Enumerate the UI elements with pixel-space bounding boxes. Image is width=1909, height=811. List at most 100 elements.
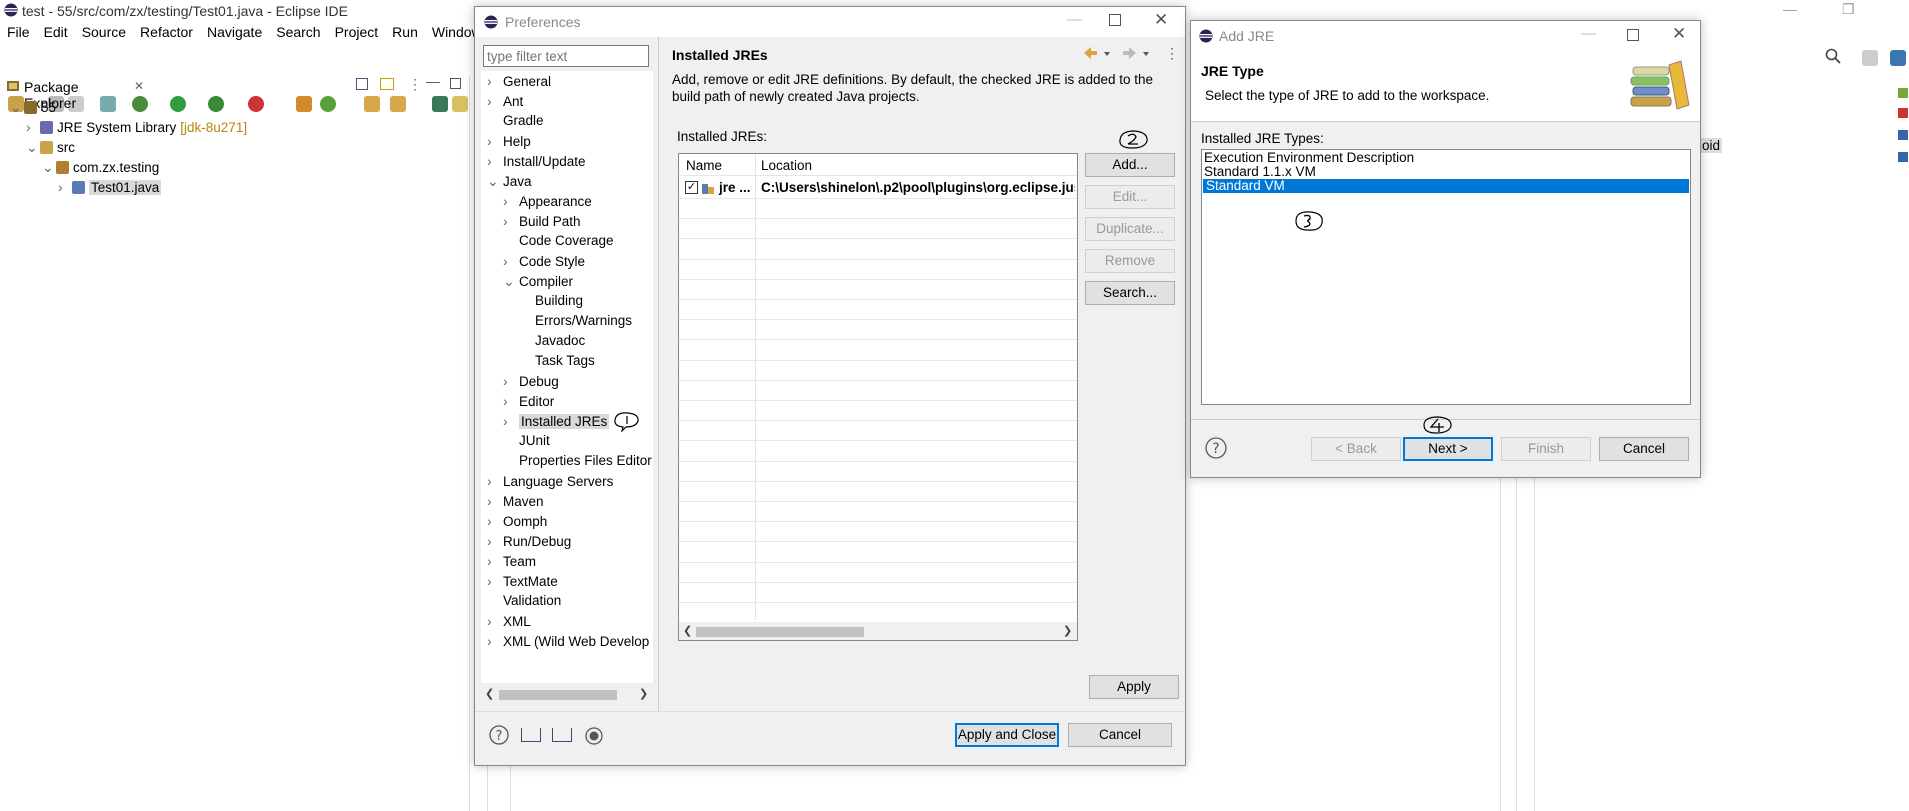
apply-button[interactable]: Apply	[1089, 675, 1179, 699]
next-button[interactable]: Next >	[1403, 437, 1493, 461]
pref-tree-item[interactable]: Building	[519, 291, 583, 311]
trim-icon-1[interactable]	[1898, 88, 1908, 98]
restore-icon[interactable]: ❐	[1842, 1, 1855, 18]
page-menu-icon[interactable]: ⋮	[1165, 45, 1179, 62]
menu-edit[interactable]: Edit	[37, 22, 75, 44]
java-perspective-icon[interactable]	[1890, 50, 1906, 66]
filter-input[interactable]	[483, 45, 649, 67]
chevron-right-icon[interactable]: ›	[487, 91, 497, 111]
chevron-right-icon[interactable]: ›	[487, 571, 497, 591]
cancel-button[interactable]: Cancel	[1599, 437, 1689, 461]
close-icon[interactable]: ✕	[1672, 24, 1686, 44]
import-icon[interactable]	[521, 728, 541, 742]
chevron-right-icon[interactable]: ›	[487, 491, 497, 511]
menu-source[interactable]: Source	[75, 22, 133, 44]
forward-nav-icon[interactable]	[1121, 45, 1151, 61]
menu-navigate[interactable]: Navigate	[200, 22, 269, 44]
tree-item[interactable]: › JRE System Library [jdk-8u271]	[26, 117, 247, 137]
search-button[interactable]: Search...	[1085, 281, 1175, 305]
finish-button[interactable]: Finish	[1501, 437, 1591, 461]
help-icon[interactable]: ?	[1205, 437, 1227, 459]
add-button[interactable]: Add...	[1085, 153, 1175, 177]
chevron-right-icon[interactable]: ›	[503, 391, 513, 411]
minimize-view-icon[interactable]: —	[426, 73, 440, 89]
menu-file[interactable]: File	[0, 22, 37, 44]
pref-tree-item[interactable]: ⌄ Compiler	[503, 271, 573, 291]
pref-tree-item[interactable]: › Team	[487, 551, 536, 571]
chevron-right-icon[interactable]: ›	[503, 371, 513, 391]
open-perspective-icon[interactable]	[1862, 50, 1878, 66]
minimize-icon[interactable]: —	[1783, 1, 1797, 17]
pref-tree-item[interactable]: › Debug	[503, 371, 559, 391]
tree-item[interactable]: ⌄ com.zx.testing	[42, 157, 159, 177]
menu-run[interactable]: Run	[385, 22, 425, 44]
pref-tree-item[interactable]: › Help	[487, 131, 531, 151]
chevron-down-icon[interactable]: ⌄	[10, 97, 22, 117]
remove-button[interactable]: Remove	[1085, 249, 1175, 273]
menu-search[interactable]: Search	[269, 22, 327, 44]
pref-tree-item[interactable]: › TextMate	[487, 571, 558, 591]
pref-tree-item[interactable]: › Code Style	[503, 251, 585, 271]
pref-tree-item[interactable]: › Oomph	[487, 511, 547, 531]
pref-tree-item[interactable]: › XML	[487, 611, 531, 631]
pref-tree-item[interactable]: Validation	[487, 591, 561, 611]
jre-type-item[interactable]: Standard VM	[1203, 179, 1689, 193]
chevron-right-icon[interactable]: ›	[503, 211, 513, 231]
help-icon[interactable]: ?	[489, 725, 509, 745]
trim-icon-2[interactable]	[1898, 108, 1908, 118]
minimize-icon[interactable]: —	[1581, 25, 1596, 42]
search-icon[interactable]	[1825, 48, 1841, 64]
pref-tree-item[interactable]: › Install/Update	[487, 151, 586, 171]
chevron-down-icon[interactable]: ⌄	[487, 171, 499, 191]
pane-sash[interactable]	[658, 37, 659, 711]
column-name[interactable]: Name	[686, 158, 722, 173]
chevron-down-icon[interactable]: ⌄	[503, 271, 515, 291]
tree-item[interactable]: › Test01.java	[58, 177, 162, 197]
edit-button[interactable]: Edit...	[1085, 185, 1175, 209]
close-icon[interactable]: ✕	[134, 79, 144, 93]
maximize-view-icon[interactable]	[450, 78, 461, 89]
chevron-right-icon[interactable]: ›	[487, 531, 497, 551]
chevron-right-icon[interactable]: ›	[487, 631, 497, 651]
jre-checkbox[interactable]: ✓	[685, 181, 698, 194]
duplicate-button[interactable]: Duplicate...	[1085, 217, 1175, 241]
maximize-icon[interactable]	[1109, 14, 1121, 26]
tree-item[interactable]: ⌄ 55	[10, 97, 56, 117]
view-menu-icon[interactable]: ⋮	[408, 76, 422, 93]
chevron-right-icon[interactable]: ›	[487, 151, 497, 171]
minimize-icon[interactable]: —	[1067, 11, 1082, 28]
pref-tree-item[interactable]: Task Tags	[519, 351, 595, 371]
pref-tree-item[interactable]: › Installed JREs	[503, 411, 610, 431]
collapse-all-icon[interactable]	[356, 78, 368, 90]
export-icon[interactable]	[552, 728, 572, 742]
chevron-right-icon[interactable]: ›	[503, 191, 513, 211]
back-button[interactable]: < Back	[1311, 437, 1401, 461]
chevron-right-icon[interactable]: ›	[503, 411, 513, 431]
chevron-right-icon[interactable]: ›	[503, 251, 513, 271]
column-location[interactable]: Location	[761, 158, 812, 173]
chevron-right-icon[interactable]: ›	[487, 551, 497, 571]
back-nav-icon[interactable]	[1082, 45, 1112, 61]
pref-tree-item[interactable]: › Maven	[487, 491, 544, 511]
pref-tree-item[interactable]: Gradle	[487, 111, 544, 131]
tree-item[interactable]: ⌄ src	[26, 137, 75, 157]
menu-refactor[interactable]: Refactor	[133, 22, 200, 44]
cancel-button[interactable]: Cancel	[1068, 723, 1172, 747]
pref-tree-item[interactable]: › Appearance	[503, 191, 592, 211]
chevron-right-icon[interactable]: ›	[58, 177, 68, 197]
chevron-down-icon[interactable]: ⌄	[42, 157, 54, 177]
tree-scroll-thumb[interactable]	[499, 690, 617, 700]
jre-type-item[interactable]: Standard 1.1.x VM	[1204, 165, 1316, 179]
apply-and-close-button[interactable]: Apply and Close	[955, 723, 1059, 747]
pref-tree-item[interactable]: › Language Servers	[487, 471, 613, 491]
pref-tree-item[interactable]: › Editor	[503, 391, 554, 411]
chevron-right-icon[interactable]: ›	[26, 117, 36, 137]
chevron-right-icon[interactable]: ›	[487, 611, 497, 631]
pref-tree-item[interactable]: Code Coverage	[503, 231, 614, 251]
menu-project[interactable]: Project	[328, 22, 386, 44]
jre-type-item[interactable]: Execution Environment Description	[1204, 151, 1414, 165]
pref-tree-item[interactable]: › Build Path	[503, 211, 581, 231]
record-icon[interactable]	[585, 727, 603, 745]
table-scroll-thumb[interactable]	[696, 627, 864, 637]
table-scrollbar[interactable]: ❮ ❯	[679, 622, 1077, 640]
